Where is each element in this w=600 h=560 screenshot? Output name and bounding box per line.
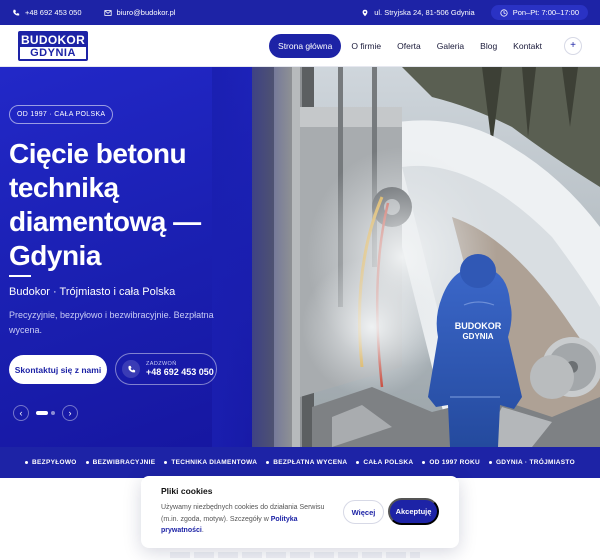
cookie-body: Używamy niezbędnych cookies do działania… [161,502,341,537]
main-nav: Strona główna O firmie Oferta Galeria Bl… [269,33,582,58]
call-button[interactable]: ZADZWOŃ +48 692 453 050 [115,353,217,385]
hero-divider [9,275,31,277]
phone-icon [13,9,20,16]
cookie-body-end: . [201,527,204,534]
phone-icon [122,360,140,378]
nav-contact[interactable]: Kontakt [507,35,548,57]
feature-item: OD 1997 ROKU [422,459,480,466]
feature-item: BEZWIBRACYJNIE [86,459,156,466]
cookie-more-button[interactable]: Więcej [343,500,384,524]
jacket-text-bottom: GDYNIA [462,332,493,341]
call-number: +48 692 453 050 [146,367,214,377]
site-header: BUDOKOR GDYNIA Strona główna O firmie Of… [0,25,600,67]
cookie-body-text: Używamy niezbędnych cookies do działania… [161,504,325,523]
logo-bottom-text: GDYNIA [30,46,76,59]
nav-offer[interactable]: Oferta [391,35,427,57]
topbar-email[interactable]: biuro@budokor.pl [103,8,176,17]
hero-photo-concrete-cutting: BUDOKOR GDYNIA [252,67,600,447]
hero-description: Precyzyjnie, bezpyłowo i bezwibracyjnie.… [9,310,214,335]
cookie-title: Pliki cookies [161,486,213,496]
nav-home[interactable]: Strona główna [269,33,342,58]
feature-item: TECHNIKA DIAMENTOWA [164,459,257,466]
topbar-phone[interactable]: +48 692 453 050 [12,8,82,17]
jacket-text-top: BUDOKOR [455,321,502,331]
top-info-bar: +48 692 453 050 biuro@budokor.pl ul. Str… [0,0,600,25]
nav-about[interactable]: O firmie [345,35,387,57]
hero-title: Cięcie betonu techniką diamentową — Gdyn… [9,138,201,271]
feature-item: BEZPYŁOWO [25,459,77,466]
topbar-address-text: ul. Stryjska 24, 81-506 Gdynia [374,8,475,17]
feature-item: BEZPŁATNA WYCENA [266,459,347,466]
budokor-logo[interactable]: BUDOKOR GDYNIA [18,30,88,61]
slider-dot[interactable] [51,411,55,415]
topbar-hours: Pon–Pt: 7:00–17:00 [490,5,588,20]
next-slide-icon[interactable]: › [62,405,78,421]
mail-icon [103,9,112,16]
cookie-accept-button[interactable]: Akceptuję [388,498,439,525]
feature-item: CAŁA POLSKA [356,459,413,466]
topbar-address: ul. Stryjska 24, 81-506 Gdynia [361,8,475,17]
slider-dots [36,411,55,415]
hero-badge: OD 1997 · CAŁA POLSKA [9,105,114,124]
topbar-email-text: biuro@budokor.pl [116,8,176,17]
hero-subtitle: Budokor · Trójmiasto i cała Polska [9,286,176,298]
contact-us-button[interactable]: Skontaktuj się z nami [9,355,107,384]
location-pin-icon [362,9,368,16]
feature-strip: BEZPYŁOWO BEZWIBRACYJNIE TECHNIKA DIAMEN… [0,447,600,478]
nav-blog[interactable]: Blog [474,35,503,57]
plus-icon[interactable]: + [564,36,582,55]
prev-slide-icon[interactable]: ‹ [13,405,29,421]
logo-top-text: BUDOKOR [20,32,86,47]
feature-item: GDYNIA · TRÓJMIASTO [489,459,575,466]
topbar-phone-text: +48 692 453 050 [25,8,82,17]
clock-icon [500,8,508,17]
hero-section: BUDOKOR GDYNIA OD 1997 · CAŁA POLSKA Cię… [0,67,600,447]
slider-dot-active[interactable] [36,411,48,415]
content-below-placeholder [170,552,420,558]
nav-gallery[interactable]: Galeria [431,35,470,57]
topbar-hours-text: Pon–Pt: 7:00–17:00 [512,8,579,17]
